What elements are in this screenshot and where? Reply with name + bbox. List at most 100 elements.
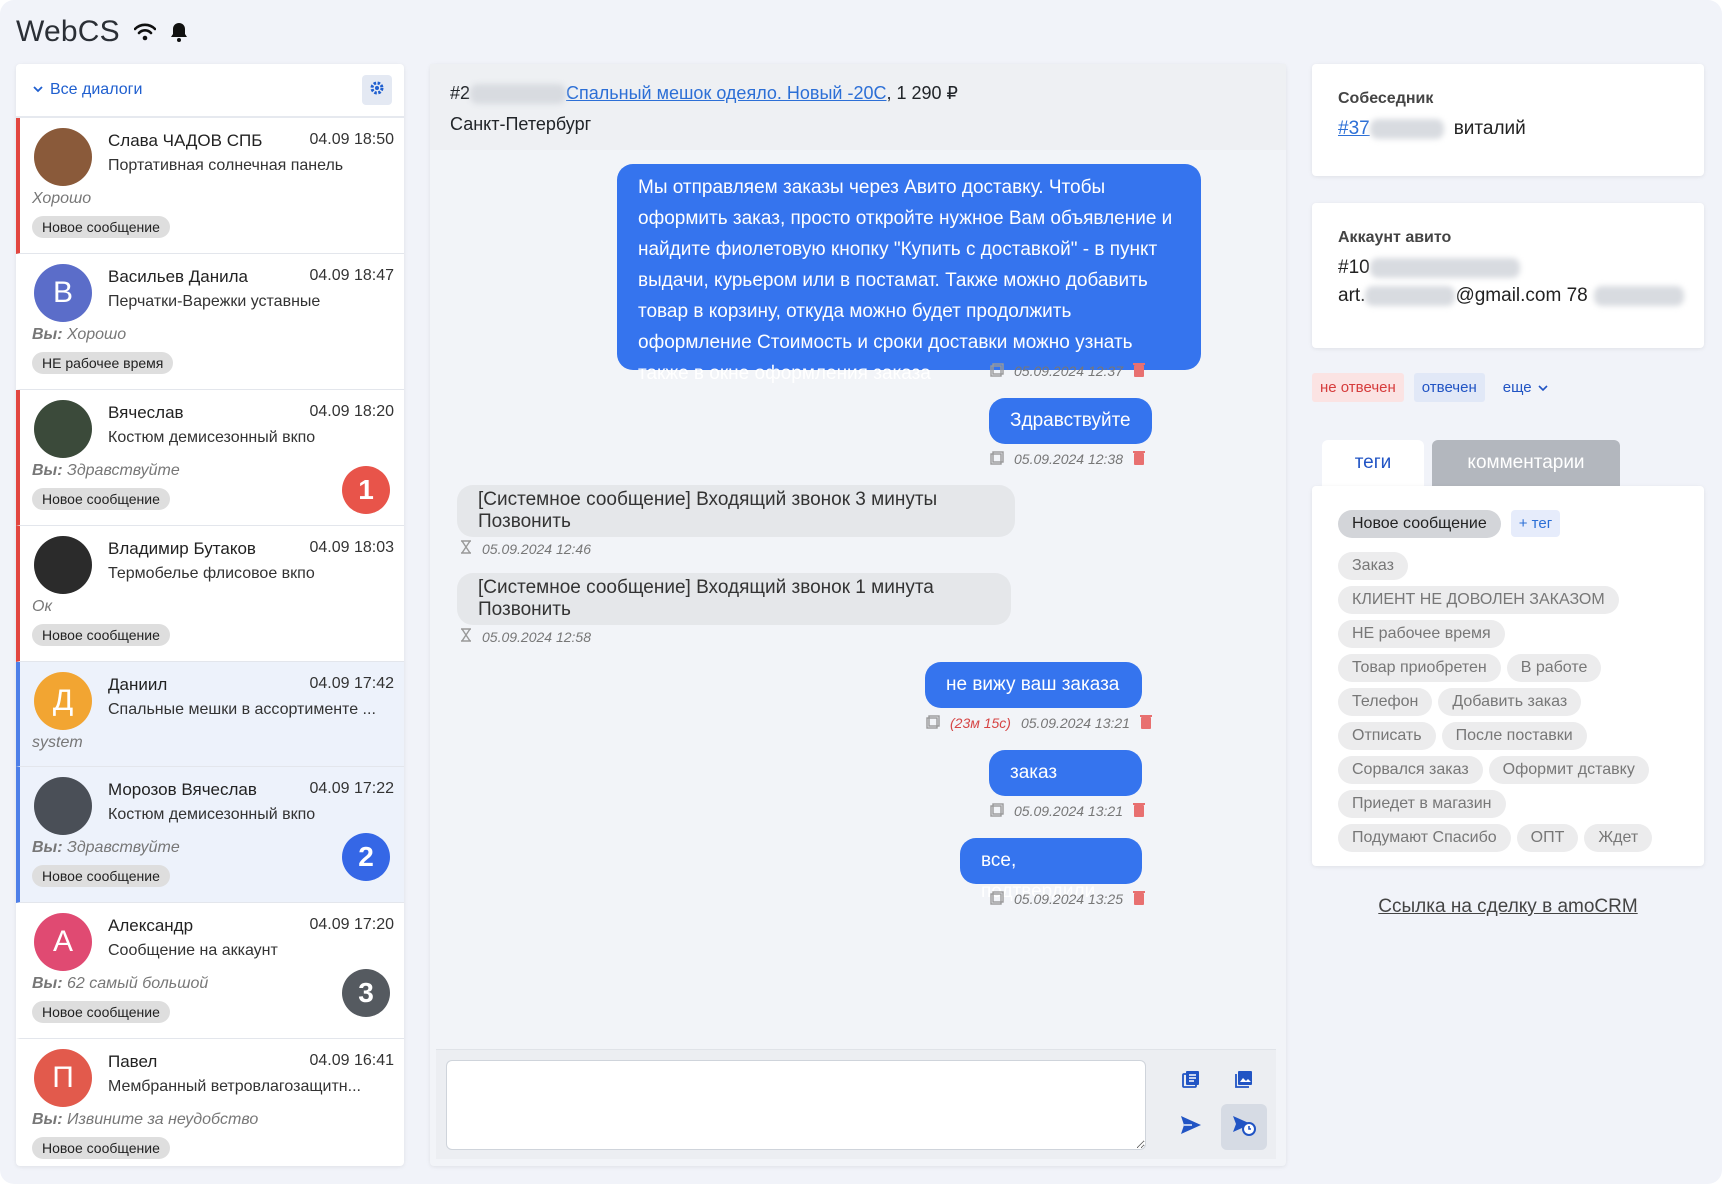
- dialog-item[interactable]: Вячеслав 04.09 18:20 Костюм демисезонный в…: [16, 390, 404, 526]
- selected-tag[interactable]: Новое сообщение: [1338, 510, 1501, 538]
- dialog-name: Морозов Вячеслав: [108, 780, 257, 799]
- dialog-item[interactable]: Владимир Бутаков 04.09 18:03 Термобелье фл…: [16, 526, 404, 662]
- copy-icon[interactable]: [990, 802, 1004, 820]
- chat-panel: #2 Спальный мешок одеяло. Новый -20С, 1 2…: [430, 64, 1286, 1166]
- you-prefix: Вы:: [32, 326, 63, 343]
- tag-row: КЛИЕНТ НЕ ДОВОЛЕН ЗАКАЗОМ: [1338, 586, 1678, 620]
- account-id: #10: [1338, 257, 1370, 278]
- tag-option[interactable]: Сорвался заказ: [1338, 756, 1483, 784]
- trash-icon[interactable]: [1139, 714, 1152, 732]
- item-link[interactable]: Спальный мешок одеяло. Новый -20С: [566, 83, 886, 103]
- email-suffix: @gmail.com 78: [1455, 285, 1588, 306]
- message-time: 05.09.2024 12:58: [482, 628, 591, 645]
- dialog-subject: Термобелье флисовое вкпо: [108, 565, 315, 582]
- copy-icon[interactable]: [990, 362, 1004, 380]
- dialogs-panel: Все диалоги Слава ЧАДОВ СПБ 04.09 18:50 По…: [16, 64, 404, 1166]
- dialog-tag: Новое сообщение: [32, 216, 170, 238]
- avatar-letter: П: [52, 1061, 74, 1094]
- image-button[interactable]: [1221, 1058, 1267, 1104]
- chat-header: #2 Спальный мешок одеяло. Новый -20С, 1 2…: [430, 64, 1286, 150]
- avatar: [34, 536, 92, 594]
- tag-option[interactable]: Отписать: [1338, 722, 1436, 750]
- dialog-last-message: Вы: Здравствуйте: [32, 462, 180, 480]
- trash-icon[interactable]: [1133, 802, 1145, 820]
- dialog-last-message: system: [32, 734, 83, 752]
- dialog-item[interactable]: П Павел 04.09 16:41 Мембранный ветровлагоза…: [16, 1039, 404, 1166]
- send-icon: [1180, 1115, 1202, 1140]
- avatar: [34, 777, 92, 835]
- more-dropdown[interactable]: еще: [1495, 373, 1556, 402]
- account-id-line: #10: [1338, 257, 1678, 279]
- status-unanswered[interactable]: не отвечен: [1312, 373, 1404, 402]
- message-meta: 05.09.2024 13:25: [990, 890, 1145, 908]
- dialog-last-message: Ок: [32, 598, 52, 616]
- dialog-item[interactable]: В Васильев Данила 04.09 18:47 Перчатки-Варе…: [16, 254, 404, 390]
- copy-icon[interactable]: [926, 714, 940, 732]
- dialog-item[interactable]: Слава ЧАДОВ СПБ 04.09 18:50 Портативная со…: [16, 118, 404, 254]
- hourglass-icon: [460, 540, 472, 557]
- wifi-icon: [133, 23, 156, 41]
- tag-option[interactable]: Товар приобретен: [1338, 654, 1501, 682]
- top-bar: WebCS: [16, 12, 188, 52]
- chevron-down-icon: [1538, 379, 1548, 396]
- you-prefix: Вы:: [32, 462, 63, 479]
- dialog-name: Даниил: [108, 675, 168, 694]
- tab-comments[interactable]: комментарии: [1432, 440, 1620, 486]
- copy-icon[interactable]: [990, 890, 1004, 908]
- item-price: , 1 290 ₽: [886, 83, 959, 103]
- tag-option[interactable]: В работе: [1506, 654, 1602, 682]
- avatar: [34, 128, 92, 186]
- templates-button[interactable]: [1168, 1058, 1214, 1104]
- you-prefix: Вы:: [32, 1111, 63, 1128]
- bell-icon[interactable]: [170, 22, 188, 42]
- tag-option[interactable]: КЛИЕНТ НЕ ДОВОЛЕН ЗАКАЗОМ: [1338, 586, 1619, 614]
- trash-icon[interactable]: [1133, 450, 1145, 468]
- trash-icon[interactable]: [1133, 890, 1145, 908]
- scheduled-send-button[interactable]: [1221, 1104, 1267, 1150]
- number-badge: 3: [342, 969, 390, 1017]
- tag-row: Отписать После поставки: [1338, 722, 1678, 756]
- tabs: теги комментарии: [1322, 440, 1620, 486]
- tag-option[interactable]: После поставки: [1441, 722, 1587, 750]
- tag-option[interactable]: ОПТ: [1516, 824, 1579, 852]
- gear-icon: [369, 80, 385, 101]
- tag-option[interactable]: Ждет: [1584, 824, 1653, 852]
- dialog-subject: Сообщение на аккаунт: [108, 942, 278, 959]
- number-badge: 2: [342, 833, 390, 881]
- dialog-item[interactable]: Д Даниил 04.09 17:42 Спальные мешки в ассор…: [16, 662, 404, 767]
- partner-id-link[interactable]: #37: [1338, 118, 1370, 139]
- dialog-item[interactable]: Морозов Вячеслав 04.09 17:22 Костюм демисе…: [16, 767, 404, 903]
- tag-option[interactable]: Оформит дставку: [1488, 756, 1649, 784]
- copy-icon[interactable]: [990, 450, 1004, 468]
- status-answered[interactable]: отвечен: [1413, 373, 1485, 402]
- tag-option[interactable]: Заказ: [1338, 552, 1408, 580]
- add-tag-button[interactable]: + тег: [1510, 510, 1561, 537]
- tag-option[interactable]: Подумают Спасибо: [1338, 824, 1511, 852]
- message-meta: 05.09.2024 12:38: [990, 450, 1145, 468]
- dialog-name: Вячеслав: [108, 403, 184, 422]
- tag-row: Телефон Добавить заказ: [1338, 688, 1678, 722]
- tab-tags[interactable]: теги: [1322, 440, 1424, 486]
- more-label: еще: [1502, 379, 1532, 396]
- partner-name: виталий: [1453, 118, 1526, 139]
- send-button[interactable]: [1168, 1104, 1214, 1150]
- amocrm-link[interactable]: Ссылка на сделку в amoCRM: [1312, 896, 1704, 918]
- tag-option[interactable]: Приедет в магазин: [1338, 790, 1506, 818]
- dialog-item[interactable]: А Александр 04.09 17:20 Сообщение на аккаун…: [16, 903, 404, 1039]
- settings-button[interactable]: [362, 75, 392, 105]
- dialog-last-message: Хорошо: [32, 190, 91, 208]
- message-input[interactable]: [446, 1060, 1146, 1150]
- avatar-letter: А: [52, 925, 73, 958]
- tag-options: Заказ КЛИЕНТ НЕ ДОВОЛЕН ЗАКАЗОМ НЕ рабочее…: [1338, 552, 1678, 858]
- city: Санкт-Петербург: [450, 114, 592, 134]
- blurred-account: [1369, 257, 1520, 278]
- tag-row: НЕ рабочее время: [1338, 620, 1678, 654]
- tag-option[interactable]: Добавить заказ: [1438, 688, 1582, 716]
- avatar: В: [34, 264, 92, 322]
- all-dialogs-dropdown[interactable]: Все диалоги: [32, 81, 142, 99]
- tag-option[interactable]: Телефон: [1338, 688, 1433, 716]
- tag-option[interactable]: НЕ рабочее время: [1338, 620, 1505, 648]
- last-text: Хорошо: [62, 326, 127, 343]
- last-text: Хорошо: [32, 190, 92, 207]
- trash-icon[interactable]: [1133, 362, 1145, 380]
